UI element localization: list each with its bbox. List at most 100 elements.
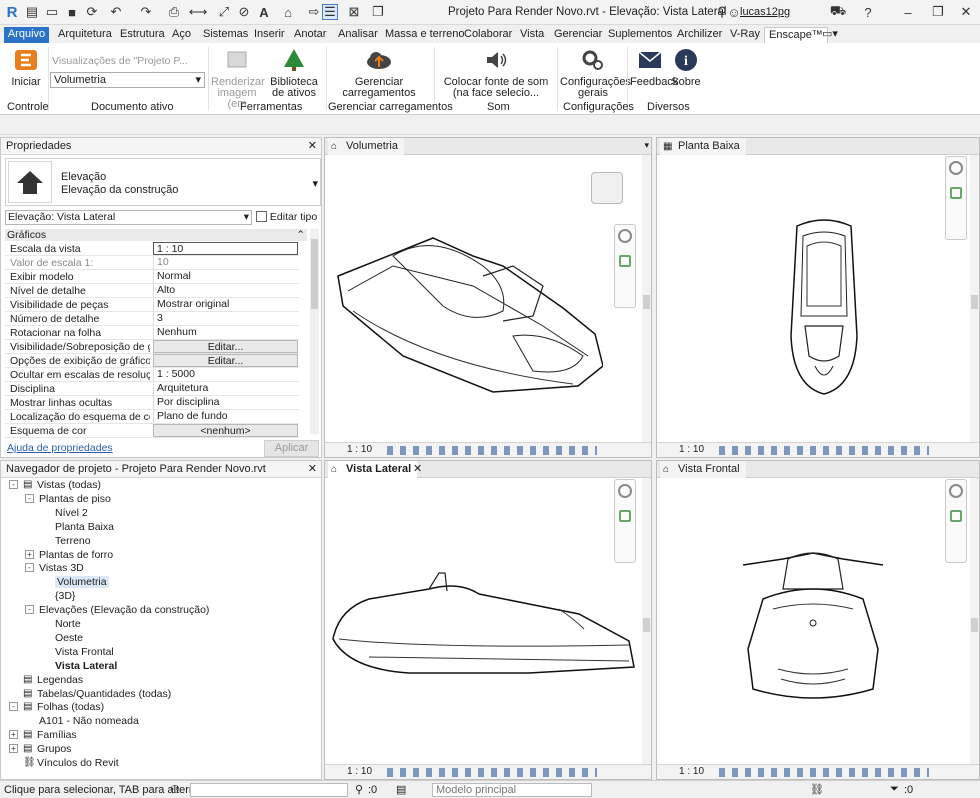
revit-logo-icon[interactable]: R (4, 4, 20, 21)
tree-item[interactable]: Vista Lateral (55, 660, 117, 672)
property-row[interactable]: Nível de detalhe Alto (5, 284, 299, 298)
help-icon[interactable]: ? (860, 4, 876, 20)
dimension-icon[interactable]: ⤢ (216, 4, 232, 20)
expand-icon[interactable]: + (9, 744, 18, 754)
expand-icon[interactable]: + (25, 549, 34, 559)
property-value[interactable]: Alto (153, 284, 298, 297)
property-row[interactable]: Visibilidade de peças Mostrar original (5, 298, 299, 312)
property-row[interactable]: Ocultar em escalas de resolução ...1 : 5… (5, 368, 299, 382)
close-icon[interactable]: ✕ (308, 462, 317, 475)
tab-overflow-icon[interactable]: ▭▾ (818, 27, 842, 43)
cart-icon[interactable]: ⛟ (830, 3, 846, 20)
tree-item[interactable]: Legendas (37, 674, 83, 686)
start-button[interactable]: Iniciar (6, 47, 46, 88)
switch-windows-icon[interactable]: ❐ (370, 4, 386, 20)
viewport-planta-baixa[interactable]: Planta Baixa ▦ 1 : 10 (656, 137, 980, 458)
property-row[interactable]: Número de detalhe 3 (5, 312, 299, 326)
filter-icon[interactable]: ⚲ (355, 783, 363, 796)
menu-arrow-icon[interactable]: ▾ (644, 140, 649, 151)
open-icon[interactable]: ▤ (24, 4, 40, 20)
tab-gerenciar[interactable]: Gerenciar (550, 27, 606, 43)
tree-item[interactable]: Vista Frontal (55, 646, 114, 658)
apply-button[interactable]: Aplicar (264, 440, 319, 457)
property-value[interactable]: Arquitetura (153, 382, 298, 395)
collapse-icon[interactable]: - (25, 493, 34, 503)
close-icon[interactable]: ✕ (413, 462, 422, 475)
type-selector[interactable]: Elevação Elevação da construção ▾ (5, 158, 321, 206)
tree-item[interactable]: {3D} (55, 590, 75, 602)
tree-item[interactable]: Vínculos do Revit (37, 757, 119, 769)
scroll-thumb[interactable] (311, 239, 318, 309)
tab-anotar[interactable]: Anotar (290, 27, 330, 43)
tab-archilizer[interactable]: Archilizer (673, 27, 726, 43)
tree-item[interactable]: Volumetria (55, 576, 109, 589)
tree-item[interactable]: Terreno (55, 535, 91, 547)
tab-arquivo[interactable]: Arquivo (4, 27, 49, 43)
view-scale[interactable]: 1 : 10 (679, 766, 704, 777)
property-row[interactable]: Rotacionar na folha Nenhum (5, 326, 299, 340)
tab-arquitetura[interactable]: Arquitetura (54, 27, 116, 43)
design-option-select[interactable]: Modelo principal (432, 783, 592, 797)
navigation-bar[interactable] (945, 156, 967, 240)
property-value[interactable]: Por disciplina (153, 396, 298, 409)
tree-item[interactable]: Tabelas/Quantidades (todas) (37, 688, 171, 700)
properties-scrollbar[interactable] (310, 229, 319, 434)
tree-item[interactable]: Folhas (todas) (37, 701, 104, 713)
tab-suplementos[interactable]: Suplementos (604, 27, 676, 43)
tab-colaborar[interactable]: Colaborar (460, 27, 516, 43)
property-value[interactable]: Nenhum (153, 326, 298, 339)
tab-estrutura[interactable]: Estrutura (116, 27, 169, 43)
property-value[interactable]: 1 : 5000 (153, 368, 298, 381)
instance-selector[interactable]: Elevação: Vista Lateral ▾ (5, 210, 252, 225)
property-row[interactable]: Disciplina Arquitetura (5, 382, 299, 396)
edit-type-button[interactable]: Editar tipo (256, 209, 318, 226)
tree-item[interactable]: Oeste (55, 632, 83, 644)
collapse-icon[interactable]: - (25, 563, 34, 573)
sound-source-button[interactable]: Colocar fonte de som (na face selecio... (440, 47, 552, 99)
section-graficos[interactable]: Gráficos ⌃ (5, 229, 307, 241)
property-row[interactable]: Opções de exibição de gráficos Editar... (5, 354, 299, 368)
property-value[interactable]: Normal (153, 270, 298, 283)
tree-item[interactable]: Vistas (todas) (37, 479, 101, 491)
viewport-volumetria[interactable]: Volumetria ⌂ ▾ 1 : 10 (324, 137, 652, 458)
collapse-icon[interactable]: - (25, 605, 34, 615)
property-edit-button[interactable]: <nenhum> (153, 424, 298, 437)
viewport-vista-lateral[interactable]: Vista Lateral ⌂ ✕ 1 : 10 (324, 460, 652, 780)
about-button[interactable]: i Sobre (670, 47, 702, 88)
tree-item[interactable]: Norte (55, 618, 81, 630)
property-row[interactable]: Valor de escala 1: 10 (5, 256, 299, 270)
tab-sistemas[interactable]: Sistemas (199, 27, 252, 43)
property-value[interactable]: Mostrar original (153, 298, 298, 311)
tab-vista[interactable]: Vista (516, 27, 548, 43)
close-icon[interactable]: ✕ (308, 139, 317, 152)
viewport-tab[interactable]: Volumetria ⌂ ▾ (325, 138, 651, 155)
tree-item[interactable]: Vistas 3D (39, 562, 84, 574)
sync-icon[interactable]: ⟳ (84, 4, 100, 20)
view-scale[interactable]: 1 : 10 (347, 444, 372, 455)
view-select[interactable]: Volumetria ▾ (50, 72, 205, 88)
open-folder-icon[interactable]: ▭ (44, 4, 60, 20)
view-scale[interactable]: 1 : 10 (347, 766, 372, 777)
tree-item[interactable]: Nível 2 (55, 507, 88, 519)
property-value[interactable]: Plano de fundo (153, 410, 298, 423)
tag-icon[interactable]: ⊘ (236, 4, 252, 20)
tab-vray[interactable]: V-Ray (726, 27, 764, 43)
save-icon[interactable]: ■ (64, 4, 80, 20)
tab-analisar[interactable]: Analisar (334, 27, 382, 43)
redo-icon[interactable]: ↷ (138, 4, 154, 20)
property-row[interactable]: Esquema de cor <nenhum> (5, 424, 299, 438)
property-row[interactable]: Mostrar linhas ocultas Por disciplina (5, 396, 299, 410)
undo-icon[interactable]: ↶ (108, 4, 124, 20)
view-controls-icon[interactable] (719, 768, 929, 777)
tree-item[interactable]: Grupos (37, 743, 71, 755)
manage-uploads-button[interactable]: Gerenciar carregamentos (342, 47, 416, 99)
design-options-icon[interactable]: ▤ (396, 783, 406, 796)
close-icon[interactable]: ✕ (958, 4, 974, 20)
view-controls-icon[interactable] (387, 446, 597, 455)
collapse-icon[interactable]: - (9, 480, 18, 489)
restore-icon[interactable]: ❐ (930, 4, 946, 20)
viewport-tab[interactable]: Vista Frontal ⌂ (657, 461, 979, 478)
print-icon[interactable]: ⎙ (166, 4, 182, 20)
view-controls-icon[interactable] (387, 768, 597, 777)
property-row[interactable]: Exibir modelo Normal (5, 270, 299, 284)
